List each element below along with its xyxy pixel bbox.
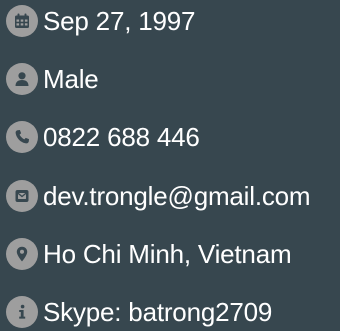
phone-icon (6, 121, 38, 153)
birthday-text: Sep 27, 1997 (43, 6, 196, 36)
email-item: dev.trongle@gmail.com (6, 180, 311, 212)
phone-text: 0822 688 446 (43, 122, 200, 152)
user-icon (6, 63, 38, 95)
gender-text: Male (43, 64, 99, 94)
envelope-icon (6, 180, 38, 212)
skype-item: Skype: batrong2709 (6, 296, 272, 328)
phone-item: 0822 688 446 (6, 121, 200, 153)
location-text: Ho Chi Minh, Vietnam (43, 239, 292, 269)
calendar-icon (6, 5, 38, 37)
birthday-item: Sep 27, 1997 (6, 5, 195, 37)
skype-text: Skype: batrong2709 (43, 297, 273, 327)
info-icon (6, 296, 38, 328)
email-text: dev.trongle@gmail.com (43, 181, 311, 211)
gender-item: Male (6, 63, 99, 95)
location-item: Ho Chi Minh, Vietnam (6, 238, 292, 270)
profile-info-list: Sep 27, 1997 Male 0822 688 446 dev.trong… (0, 0, 340, 331)
map-marker-icon (6, 238, 38, 270)
